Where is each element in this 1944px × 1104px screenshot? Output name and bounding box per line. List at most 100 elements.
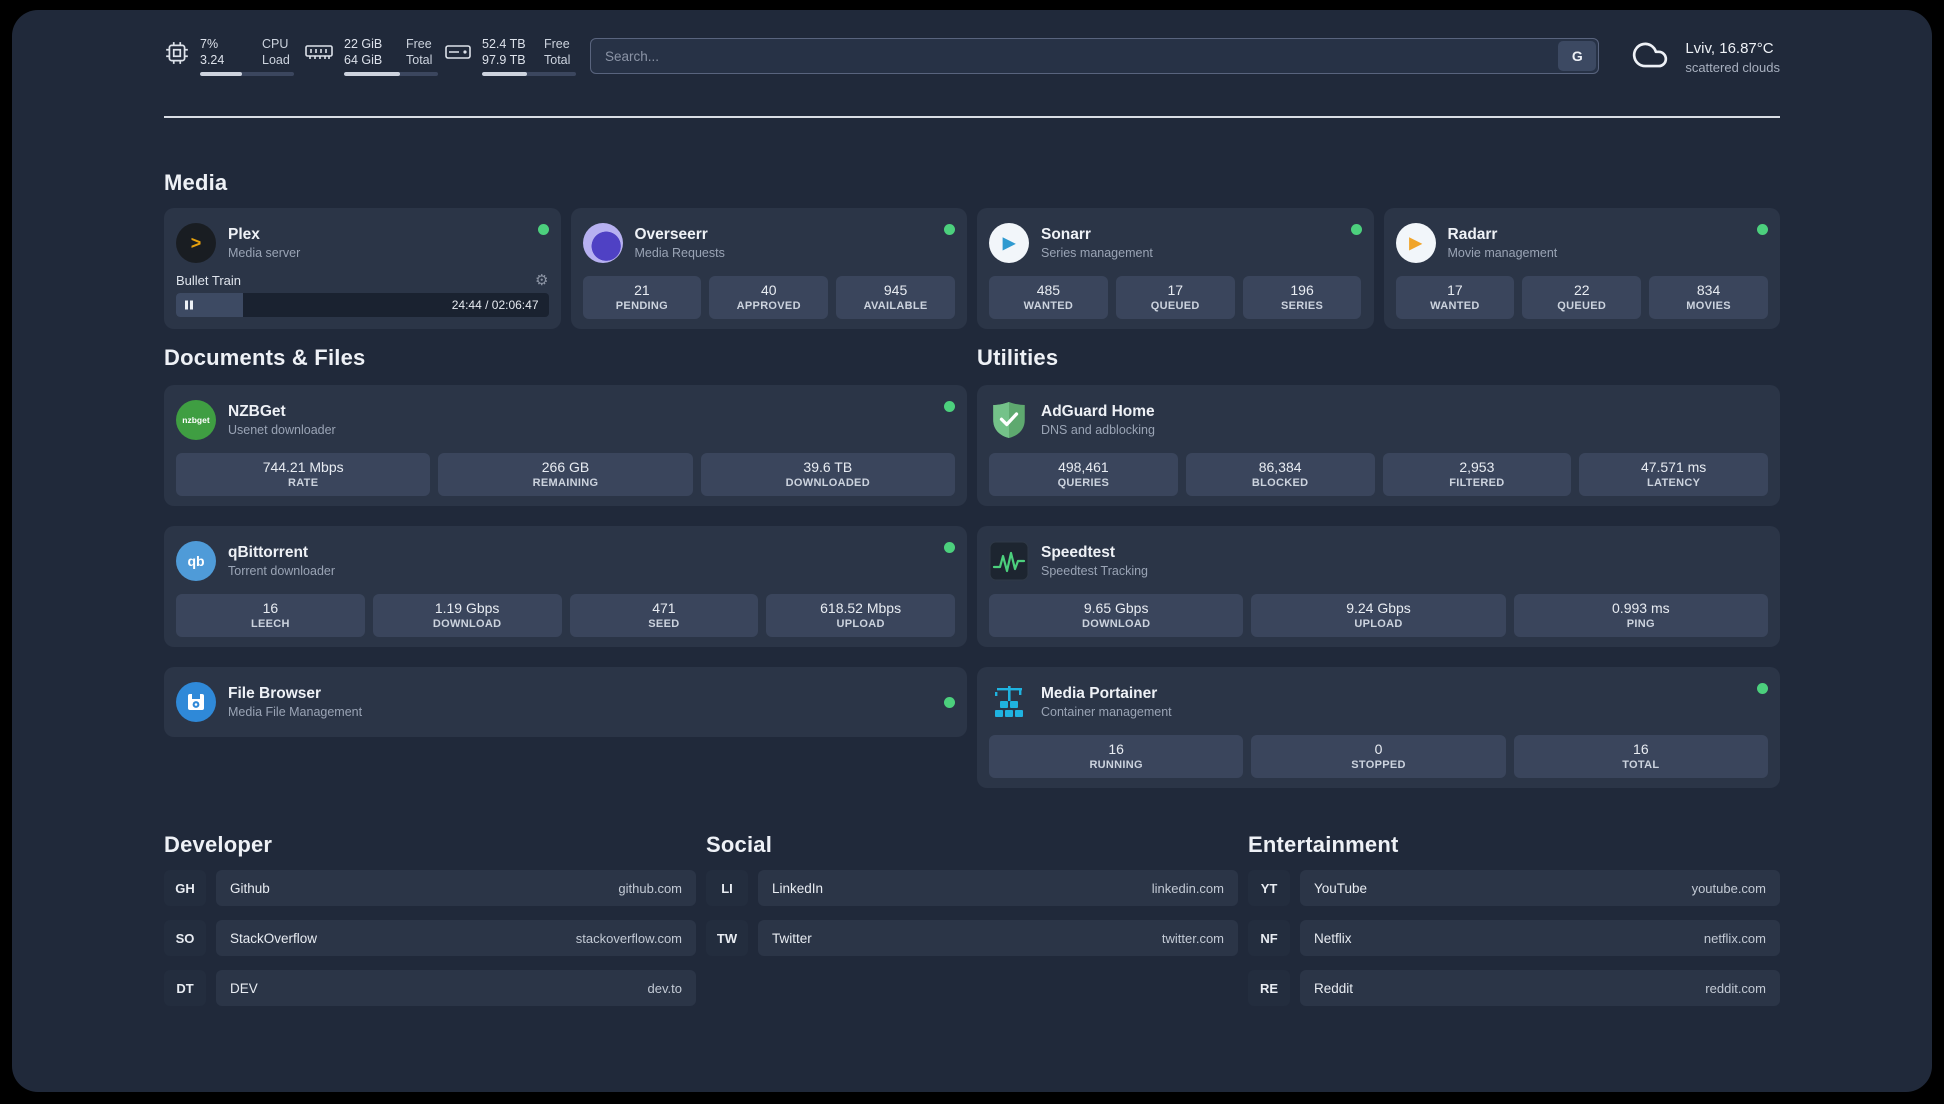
app-subtitle: Container management xyxy=(1041,705,1172,719)
stat-tile: 471 SEED xyxy=(569,594,759,637)
bookmark-linkedin[interactable]: LI LinkedIn linkedin.com xyxy=(706,870,1238,906)
stat-tile: 744.21 Mbps RATE xyxy=(176,453,431,496)
stat-value: 945 xyxy=(883,282,908,298)
search-bar: G xyxy=(590,38,1600,74)
app-card-sonarr[interactable]: ▶ Sonarr Series management 485 WANTED 17 Q… xyxy=(977,208,1374,329)
stat-label: QUEUED xyxy=(1557,300,1607,312)
search-input[interactable] xyxy=(590,38,1600,74)
bookmark-reddit[interactable]: RE Reddit reddit.com xyxy=(1248,970,1780,1006)
stat-tile: 21 PENDING xyxy=(582,276,702,319)
stat-label: BLOCKED xyxy=(1251,477,1309,489)
section-heading-utilities: Utilities xyxy=(977,345,1059,370)
stat-tile: 16 RUNNING xyxy=(989,735,1244,778)
bookmark-github[interactable]: GH Github github.com xyxy=(164,870,696,906)
bookmark-dev[interactable]: DT DEV dev.to xyxy=(164,970,696,1006)
app-card-qbittorrent[interactable]: qb qBittorrent Torrent downloader 16 LEEC… xyxy=(164,526,967,647)
stat-value: 86,384 xyxy=(1258,459,1302,475)
cpu-chip-icon xyxy=(164,40,190,76)
cpu-load-value: 3.24 xyxy=(200,53,225,67)
stat-value: 0.993 ms xyxy=(1612,600,1670,616)
memory-icon xyxy=(304,40,334,76)
stat-value: 47.571 ms xyxy=(1640,459,1707,475)
stat-label: TOTAL xyxy=(1622,759,1660,771)
app-title: NZBGet xyxy=(228,403,286,420)
app-card-radarr[interactable]: ▶ Radarr Movie management 17 WANTED 22 QUE… xyxy=(1383,208,1780,329)
search-provider-button[interactable]: G xyxy=(1558,41,1597,71)
stat-label: WANTED xyxy=(1023,300,1074,312)
bookmark-name: YouTube xyxy=(1314,880,1368,896)
bookmark-youtube[interactable]: YT YouTube youtube.com xyxy=(1248,870,1780,906)
filebrowser-icon xyxy=(176,682,216,722)
stat-label: PENDING xyxy=(615,300,669,312)
section-heading-social: Social xyxy=(706,832,773,857)
disk-progress-bar xyxy=(482,72,576,76)
stat-tile: 9.65 Gbps DOWNLOAD xyxy=(989,594,1244,637)
pause-icon[interactable] xyxy=(185,300,193,310)
bookmark-twitter[interactable]: TW Twitter twitter.com xyxy=(706,920,1238,956)
stat-value: 9.65 Gbps xyxy=(1083,600,1149,616)
stat-tile: 17 QUEUED xyxy=(1115,276,1235,319)
app-card-plex[interactable]: > Plex Media server Bullet Train ⚙ 24:44… xyxy=(164,208,561,329)
bookmark-name: Twitter xyxy=(772,930,812,946)
stat-label: WANTED xyxy=(1430,300,1480,312)
app-card-speedtest[interactable]: Speedtest Speedtest Tracking 9.65 Gbps DO… xyxy=(977,526,1780,647)
ram-free-value: 22 GiB xyxy=(344,37,383,51)
stat-value: 16 xyxy=(1108,741,1124,757)
stat-value: 21 xyxy=(634,282,650,298)
bookmark-group-social: Social LI LinkedIn linkedin.com TW Twitte… xyxy=(706,832,1238,1020)
app-title: Media Portainer xyxy=(1041,685,1158,702)
bookmark-abbr-badge: DT xyxy=(164,970,206,1006)
stat-value: 834 xyxy=(1696,282,1721,298)
disk-label-bottom: Total xyxy=(544,53,571,67)
app-subtitle: Media File Management xyxy=(228,705,363,719)
app-subtitle: Usenet downloader xyxy=(228,423,336,437)
stat-tile: 485 WANTED xyxy=(989,276,1108,319)
now-playing-title: Bullet Train xyxy=(176,273,242,288)
app-card-nzbget[interactable]: nzbget NZBGet Usenet downloader 744.21 M… xyxy=(164,385,967,506)
bookmark-name: Netflix xyxy=(1314,930,1352,946)
bookmark-name: DEV xyxy=(230,980,258,996)
stat-label: QUEUED xyxy=(1150,300,1200,312)
playback-progress-bar[interactable]: 24:44 / 02:06:47 xyxy=(176,293,549,317)
app-subtitle: Media server xyxy=(228,246,301,260)
app-card-overseerr[interactable]: Overseerr Media Requests 21 PENDING 40 APP… xyxy=(570,208,967,329)
bookmark-netflix[interactable]: NF Netflix netflix.com xyxy=(1248,920,1780,956)
app-card-adguard[interactable]: AdGuard Home DNS and adblocking 498,461 Q… xyxy=(977,385,1780,506)
ram-widget: 22 GiB Free 64 GiB Total xyxy=(304,36,444,76)
stat-value: 266 GB xyxy=(541,459,590,475)
stat-value: 16 xyxy=(262,600,279,616)
section-heading-developer: Developer xyxy=(164,832,273,857)
status-online-indicator xyxy=(537,224,549,235)
portainer-crane-icon xyxy=(989,682,1029,722)
app-subtitle: Media Requests xyxy=(634,246,725,260)
stat-label: AVAILABLE xyxy=(863,300,928,312)
stat-label: SERIES xyxy=(1280,300,1324,312)
speedtest-waveform-icon xyxy=(989,541,1029,581)
ram-label-top: Free xyxy=(406,37,432,51)
stat-label: UPLOAD xyxy=(836,618,885,630)
stat-tile: 86,384 BLOCKED xyxy=(1185,453,1375,496)
stat-value: 1.19 Gbps xyxy=(434,600,500,616)
stat-label: MOVIES xyxy=(1686,300,1731,312)
stat-tile: 945 AVAILABLE xyxy=(836,276,955,319)
disk-icon xyxy=(444,40,472,76)
status-online-indicator xyxy=(944,401,955,412)
app-title: qBittorrent xyxy=(228,544,309,561)
app-subtitle: Movie management xyxy=(1447,246,1558,260)
stat-value: 39.6 TB xyxy=(803,459,853,475)
gear-icon[interactable]: ⚙ xyxy=(535,273,548,288)
stat-label: DOWNLOAD xyxy=(432,618,502,630)
stat-value: 2,953 xyxy=(1459,459,1495,475)
app-card-filebrowser[interactable]: File Browser Media File Management xyxy=(164,667,967,737)
stat-tile: 16 TOTAL xyxy=(1513,735,1768,778)
bookmark-stackoverflow[interactable]: SO StackOverflow stackoverflow.com xyxy=(164,920,696,956)
weather-widget: Lviv, 16.87°C scattered clouds xyxy=(1627,36,1780,79)
stat-value: 196 xyxy=(1290,282,1314,298)
app-card-portainer[interactable]: Media Portainer Container management 16 R… xyxy=(977,667,1780,788)
bookmark-name: Reddit xyxy=(1314,980,1354,996)
stat-value: 498,461 xyxy=(1058,459,1109,475)
section-heading-entertainment: Entertainment xyxy=(1248,832,1399,857)
bookmark-abbr-badge: SO xyxy=(164,920,206,956)
stat-label: PING xyxy=(1626,618,1655,630)
stat-tile: 0.993 ms PING xyxy=(1513,594,1768,637)
